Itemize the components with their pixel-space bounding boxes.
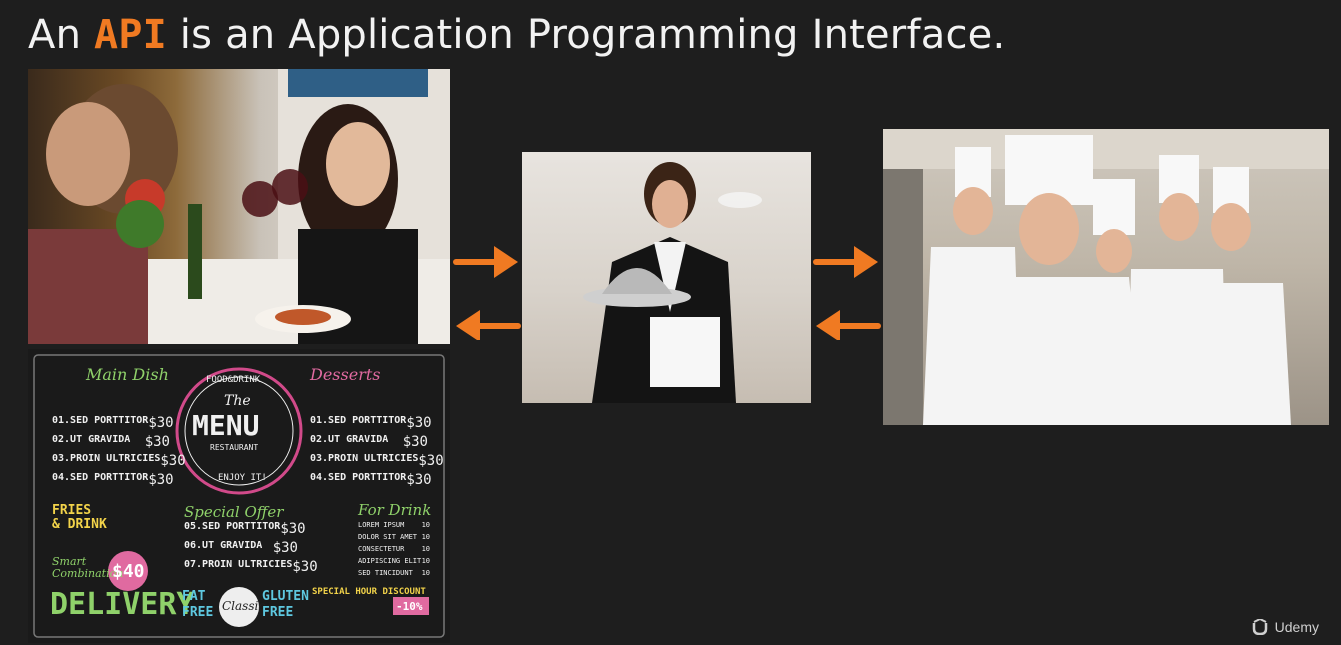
menu-item: 07.PROIN ULTRICIES $30 <box>184 559 318 575</box>
menu-fries: FRIES <box>52 503 92 518</box>
brand-name: Udemy <box>1274 619 1319 635</box>
waiter-illustration <box>583 162 762 403</box>
menu-delivery: DELIVERY <box>50 587 195 622</box>
title-suffix: is an Application Programming Interface. <box>166 12 1006 58</box>
menu-item: SED TINCIDUNT 10 <box>358 569 430 577</box>
diners-photo <box>28 69 450 344</box>
menu-special-hour: SPECIAL HOUR DISCOUNT <box>312 587 426 597</box>
menu-gluten-free: FREE <box>262 605 294 620</box>
diners-illustration <box>28 69 450 344</box>
menu-classic: Classic <box>222 599 266 613</box>
menu-discount: -10% <box>396 600 423 613</box>
arrow-left-icon <box>816 310 881 340</box>
menu-combo-price: $40 <box>112 561 145 582</box>
menu-fat-free: FREE <box>182 605 214 620</box>
menu-restaurant: RESTAURANT <box>210 443 259 452</box>
menu-left-items: 01.SED PORTTITOR $30 02.UT GRAVIDA $30 03.… <box>52 415 186 491</box>
menu-item: 02.UT GRAVIDA $30 <box>310 434 428 450</box>
menu-fries-drink: & DRINK <box>52 517 107 532</box>
title-highlight: API <box>94 12 167 58</box>
menu-right-items: 01.SED PORTTITOR $30 02.UT GRAVIDA $30 03.… <box>310 415 444 491</box>
arrow-left-icon <box>456 310 521 340</box>
chefs-illustration <box>883 129 1329 425</box>
menu-main-dish-heading: Main Dish <box>86 365 169 384</box>
menu-item: 02.UT GRAVIDA $30 <box>52 434 170 450</box>
menu-gluten: GLUTEN <box>262 589 309 604</box>
menu-food-drink: FOOD&DRINK <box>206 375 261 385</box>
menu-item: 04.SED PORTTITOR $30 <box>52 472 174 488</box>
menu-special-heading: Special Offer <box>184 503 284 521</box>
menu-desserts-heading: Desserts <box>310 365 381 384</box>
waiter-photo <box>522 152 811 403</box>
menu-item: 06.UT GRAVIDA $30 <box>184 540 298 556</box>
menu-item: 01.SED PORTTITOR $30 <box>310 415 432 431</box>
arrow-diners-waiter <box>453 246 521 340</box>
menu-drink-heading: For Drink <box>358 501 432 519</box>
chefs-photo <box>883 129 1329 425</box>
arrow-right-icon <box>813 246 878 278</box>
restaurant-menu-image: Main Dish FOOD&DRINK The MENU RESTAURANT… <box>28 349 450 643</box>
menu-enjoy: ENJOY IT! <box>218 473 267 483</box>
title-prefix: An <box>28 12 95 58</box>
menu-item: 05.SED PORTTITOR $30 <box>184 521 306 537</box>
menu-item: LOREM IPSUM 10 <box>358 521 430 529</box>
udemy-logo-icon <box>1252 619 1267 635</box>
menu-item: ADIPISCING ELIT 10 <box>358 557 430 565</box>
menu-item: 01.SED PORTTITOR $30 <box>52 415 174 431</box>
menu-item: 03.PROIN ULTRICIES $30 <box>52 453 186 469</box>
menu-item: 03.PROIN ULTRICIES $30 <box>310 453 444 469</box>
menu-the: The <box>224 393 251 409</box>
menu-item: 04.SED PORTTITOR $30 <box>310 472 432 488</box>
arrow-waiter-chefs <box>813 246 881 340</box>
arrow-right-icon <box>453 246 518 278</box>
slide-title: An API is an Application Programming Int… <box>28 12 1005 58</box>
menu-item: DOLOR SIT AMET 10 <box>358 533 430 541</box>
menu-fat: FAT <box>182 589 206 604</box>
menu-item: CONSECTETUR 10 <box>358 545 430 553</box>
menu-special-items: 05.SED PORTTITOR $30 06.UT GRAVIDA $30 07.… <box>184 521 318 578</box>
menu-title: MENU <box>192 409 260 442</box>
brand-watermark: Udemy <box>1251 619 1319 635</box>
menu-drink-items: LOREM IPSUM 10 DOLOR SIT AMET 10 CONSECTET… <box>358 521 430 581</box>
